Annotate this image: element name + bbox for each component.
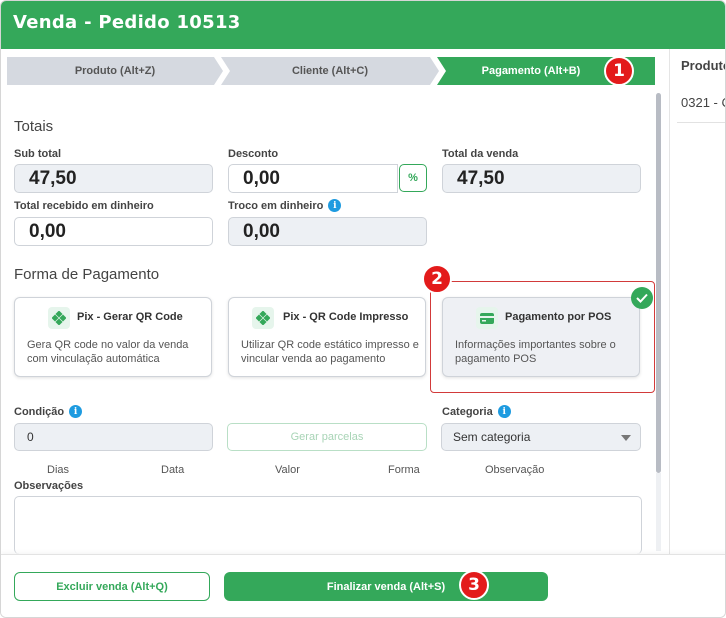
info-icon[interactable]: i: [328, 199, 342, 212]
sub-total-field: 47,50: [14, 164, 213, 193]
payment-card-pix-qr[interactable]: Pix - Gerar QR Code Gera QR code no valo…: [14, 297, 212, 377]
sale-window: Venda - Pedido 10513 Produto (Alt+Z) Cli…: [0, 0, 726, 618]
card-description: Gera QR code no valor da venda com vincu…: [27, 339, 189, 365]
pix-icon: [252, 307, 274, 329]
wizard-steps: Produto (Alt+Z) Cliente (Alt+C) Pagament…: [7, 57, 655, 85]
payment-card-pix-impresso[interactable]: Pix - QR Code Impresso Utilizar QR code …: [228, 297, 426, 377]
finalizar-venda-button[interactable]: Finalizar venda (Alt+S): [224, 572, 548, 601]
recebido-label: Total recebido em dinheiro: [14, 200, 154, 212]
page-title: Venda - Pedido 10513: [13, 12, 241, 33]
selected-card-highlight: [430, 281, 655, 393]
vertical-scrollbar[interactable]: [656, 93, 661, 473]
column-header-valor: Valor: [275, 464, 300, 476]
categoria-label: Categoria i: [442, 405, 511, 418]
desconto-input[interactable]: 0,00: [228, 164, 398, 193]
annotation-badge-2: 2: [422, 264, 452, 294]
observacoes-label: Observações: [14, 480, 84, 492]
info-icon[interactable]: i: [69, 405, 83, 418]
percent-icon: %: [408, 172, 418, 184]
desconto-label: Desconto: [228, 148, 279, 160]
column-header-data: Data: [161, 464, 185, 476]
card-title: Pix - QR Code Impresso: [283, 311, 409, 323]
column-header-forma: Forma: [388, 464, 420, 476]
column-header-observacao: Observação: [485, 464, 545, 476]
card-description: Utilizar QR code estático impresso e vin…: [241, 339, 419, 365]
scrollbar-track: [656, 473, 661, 551]
info-icon[interactable]: i: [497, 405, 511, 418]
annotation-badge-3: 3: [459, 570, 489, 600]
pix-icon: [48, 307, 70, 329]
total-venda-label: Total da venda: [442, 148, 519, 160]
recebido-input[interactable]: 0,00: [14, 217, 213, 246]
observacoes-textarea[interactable]: [14, 496, 642, 554]
column-header-dias: Dias: [47, 464, 70, 476]
troco-field: 0,00: [228, 217, 427, 246]
gerar-parcelas-button[interactable]: Gerar parcelas: [227, 423, 427, 451]
categoria-select[interactable]: Sem categoria: [441, 423, 641, 451]
condicao-input[interactable]: 0: [14, 423, 213, 451]
annotation-badge-1: 1: [604, 56, 634, 86]
section-title-forma-pagamento: Forma de Pagamento: [14, 266, 160, 283]
condicao-label: Condição i: [14, 405, 83, 418]
sub-total-label: Sub total: [14, 148, 62, 160]
side-panel-header: Produto: [681, 58, 726, 73]
troco-label: Troco em dinheiro i: [228, 199, 342, 212]
side-panel-item[interactable]: 0321 - C: [681, 95, 725, 110]
categoria-selected-value: Sem categoria: [453, 430, 531, 444]
card-title: Pix - Gerar QR Code: [77, 311, 183, 323]
side-row-divider: [677, 122, 725, 123]
step-cliente[interactable]: Cliente (Alt+C): [221, 57, 439, 85]
section-title-totais: Totais: [14, 118, 54, 135]
check-icon: [631, 287, 653, 309]
total-venda-field: 47,50: [442, 164, 641, 193]
excluir-venda-button[interactable]: Excluir venda (Alt+Q): [14, 572, 210, 601]
header-bar: Venda - Pedido 10513: [1, 1, 725, 49]
step-produto[interactable]: Produto (Alt+Z): [7, 57, 223, 85]
percent-toggle-button[interactable]: %: [399, 164, 427, 192]
side-divider: [669, 49, 670, 554]
chevron-down-icon: [621, 435, 631, 441]
